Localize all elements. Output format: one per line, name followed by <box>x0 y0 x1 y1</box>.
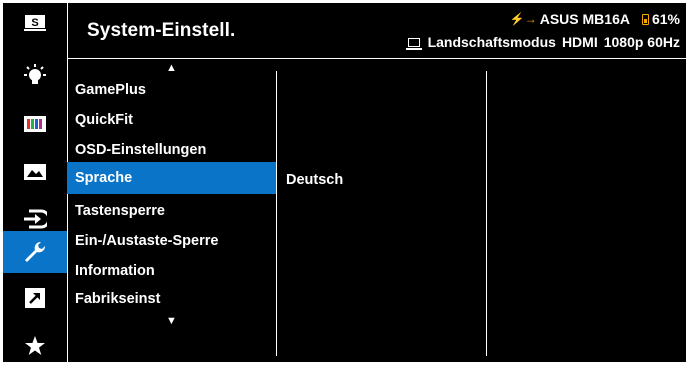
lightning-icon: ⚡→ <box>509 12 537 26</box>
lightbulb-icon <box>22 63 48 89</box>
menu-item-osd-settings[interactable]: OSD-Einstellungen <box>67 135 276 165</box>
orientation-mode: Landschaftsmodus <box>427 34 556 50</box>
language-value[interactable]: Deutsch <box>286 165 486 195</box>
sidebar-item-splendid[interactable]: S <box>3 3 67 43</box>
s-box-icon: S <box>24 14 46 32</box>
battery-icon <box>641 13 649 25</box>
menu-divider <box>276 71 277 356</box>
menu-item-language[interactable]: Sprache <box>67 162 276 194</box>
sidebar-item-shortcut[interactable] <box>3 278 67 318</box>
menu-item-information[interactable]: Information <box>67 256 276 286</box>
resolution: 1080p 60Hz <box>603 34 680 50</box>
input-icon <box>23 209 47 229</box>
star-icon <box>24 335 46 357</box>
shortcut-arrow-icon <box>25 288 45 308</box>
sidebar-item-blue-light[interactable] <box>3 56 67 96</box>
menu-item-gameplus[interactable]: GamePlus <box>67 75 276 105</box>
device-status: ⚡→ ASUS MB16A 61% <box>510 11 680 27</box>
wrench-icon <box>23 240 47 264</box>
color-bars-icon <box>24 116 46 132</box>
image-icon <box>24 164 46 180</box>
model-name: ASUS MB16A <box>539 11 630 27</box>
submenu-divider <box>486 71 487 356</box>
sidebar-item-image[interactable] <box>3 152 67 192</box>
display-status: Landschaftsmodus HDMI 1080p 60Hz <box>405 34 680 50</box>
input-source: HDMI <box>561 34 598 50</box>
sidebar-item-system[interactable] <box>3 231 67 273</box>
sidebar-item-favorite[interactable] <box>3 326 67 362</box>
menu-item-key-lock[interactable]: Tastensperre <box>67 196 276 226</box>
sidebar-item-color[interactable] <box>3 104 67 144</box>
scroll-down-arrow-icon[interactable]: ▼ <box>166 315 177 327</box>
menu-item-factory-reset[interactable]: Fabrikseinst <box>67 284 276 314</box>
menu-item-power-key-lock[interactable]: Ein-/Austaste-Sperre <box>67 226 276 256</box>
monitor-icon <box>405 37 422 50</box>
battery-percent: 61% <box>651 11 680 27</box>
menu-item-quickfit[interactable]: QuickFit <box>67 105 276 135</box>
osd-menu: S System-Einstell. ⚡→ ASUS MB16A 61% Lan… <box>3 3 686 362</box>
svg-text:S: S <box>31 17 38 29</box>
page-title: System-Einstell. <box>87 20 236 41</box>
sidebar: S <box>3 3 67 362</box>
